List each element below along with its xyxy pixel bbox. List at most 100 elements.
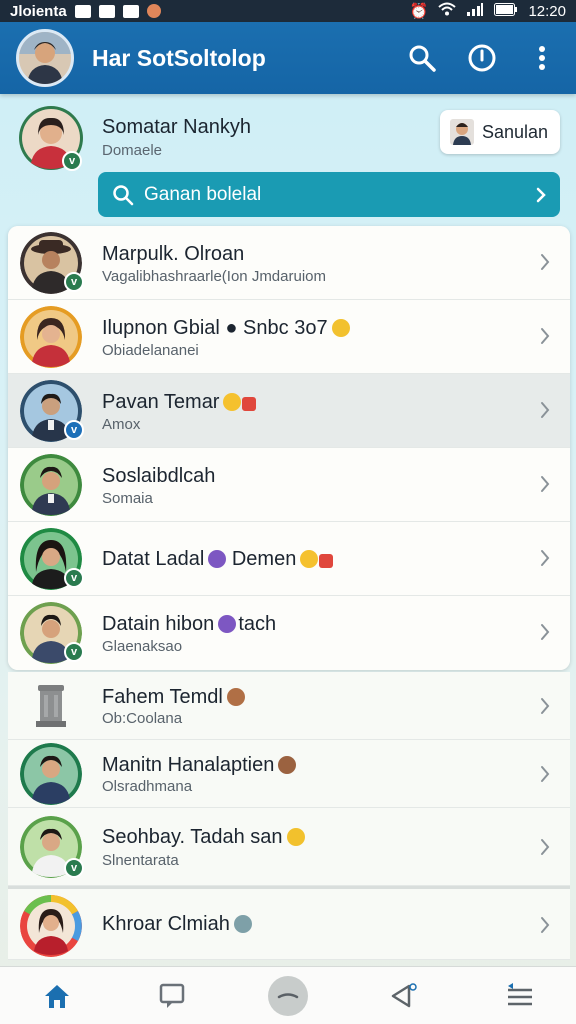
app-bar: Har SotSoltolop bbox=[0, 22, 576, 94]
contact-status: Ob:Coolana bbox=[102, 710, 183, 727]
image-icon bbox=[98, 4, 115, 18]
contact-status: Glaenaksao bbox=[102, 638, 183, 655]
badge-icon bbox=[233, 915, 252, 933]
contact-avatar bbox=[20, 895, 82, 957]
chevron-right-icon bbox=[541, 839, 550, 855]
nav-notifications[interactable] bbox=[386, 978, 422, 1014]
chevron-right-icon bbox=[541, 624, 550, 640]
verified-badge: v bbox=[64, 858, 84, 878]
contact-status: Amox bbox=[102, 416, 141, 433]
chevron-right-icon bbox=[541, 328, 550, 344]
chevron-right-icon bbox=[541, 550, 550, 566]
contact-status: Olsradhmana bbox=[102, 778, 193, 795]
contact-name: Ilupnon Gbial ● Snbc 3o7 bbox=[102, 317, 350, 340]
contact-status: Slnentarata bbox=[102, 852, 179, 869]
chevron-right-icon bbox=[541, 917, 550, 933]
profile-chip-button[interactable]: Sanulan bbox=[440, 110, 560, 154]
notification-triangle-icon bbox=[392, 982, 418, 1007]
contact-avatar bbox=[20, 306, 82, 368]
carrier-label: Jloienta bbox=[10, 2, 67, 20]
profile-name: Somatar Nankyh bbox=[102, 116, 251, 138]
verified-badge: v bbox=[64, 272, 84, 292]
verified-badge: v bbox=[62, 151, 82, 171]
minus-icon bbox=[277, 992, 299, 998]
purple-badge-icon bbox=[218, 615, 237, 633]
profile-avatar[interactable]: v bbox=[18, 105, 84, 171]
timer-button[interactable] bbox=[464, 40, 500, 76]
contact-row[interactable]: Soslaibdlcah Somaia bbox=[8, 448, 570, 522]
search-bar[interactable]: Ganan bolelal bbox=[98, 172, 560, 217]
contact-avatar bbox=[20, 454, 82, 516]
signal-icon bbox=[466, 2, 484, 20]
verified-badge: v bbox=[64, 568, 84, 588]
profile-chip-label: Sanulan bbox=[482, 121, 549, 142]
profile-header: v Somatar Nankyh Domaele Sanulan bbox=[0, 100, 576, 172]
search-icon bbox=[409, 45, 436, 72]
contact-list-more: Fahem Temdl Ob:Coolana Manitn Hanalaptie… bbox=[8, 672, 570, 960]
app-icon bbox=[146, 4, 161, 18]
contact-row[interactable]: v Datain hibon tach Glaenaksao bbox=[8, 596, 570, 670]
contact-row[interactable]: v Datat Ladal Demen bbox=[8, 522, 570, 596]
contact-name: Manitn Hanalaptien bbox=[102, 754, 297, 777]
contact-name: Seohbay. Tadah san bbox=[102, 826, 305, 849]
wifi-icon bbox=[438, 2, 457, 20]
profile-subtitle: Domaele bbox=[102, 142, 163, 159]
chevron-right-icon bbox=[536, 187, 546, 202]
chevron-right-icon bbox=[541, 698, 550, 714]
battery-icon bbox=[494, 2, 518, 20]
contact-avatar bbox=[20, 675, 82, 737]
home-icon bbox=[45, 984, 70, 1008]
face-emoji-icon bbox=[278, 756, 297, 774]
search-label: Ganan bolelal bbox=[144, 183, 262, 205]
notification-icon bbox=[74, 4, 91, 18]
contact-card-group: v Marpulk. Olroan Vagalibhashraarle(Ion … bbox=[8, 226, 570, 670]
nav-center-button[interactable] bbox=[267, 975, 308, 1016]
clock-text: 12:20 bbox=[528, 2, 566, 20]
contact-row[interactable]: v Seohbay. Tadah san Slnentarata bbox=[8, 808, 570, 886]
contact-name: Pavan Temar bbox=[102, 391, 257, 414]
star-icon bbox=[319, 554, 334, 568]
contact-row[interactable]: Manitn Hanalaptien Olsradhmana bbox=[8, 740, 570, 808]
contact-row[interactable]: Khroar Clmiah bbox=[8, 886, 570, 960]
more-options-button[interactable] bbox=[524, 40, 560, 76]
timer-icon bbox=[468, 44, 496, 72]
contact-name: Fahem Temdl bbox=[102, 686, 245, 709]
contact-name: Marpulk. Olroan bbox=[102, 243, 245, 265]
face-emoji-icon bbox=[226, 688, 245, 706]
menu-icon bbox=[507, 982, 532, 1005]
bottom-navigation bbox=[0, 966, 576, 1024]
nav-menu[interactable] bbox=[501, 978, 537, 1014]
verified-badge: v bbox=[64, 642, 84, 662]
user-avatar[interactable] bbox=[16, 29, 74, 87]
settings-icon bbox=[122, 4, 139, 18]
purple-badge-icon bbox=[208, 550, 227, 568]
smile-emoji-icon bbox=[331, 319, 350, 337]
more-vertical-icon bbox=[539, 46, 545, 70]
contact-row[interactable]: Ilupnon Gbial ● Snbc 3o7 Obiadelananei bbox=[8, 300, 570, 374]
contact-avatar bbox=[20, 743, 82, 805]
contact-row-selected[interactable]: v Pavan Temar Amox bbox=[8, 374, 570, 448]
contact-name: Soslaibdlcah bbox=[102, 465, 216, 487]
contact-status: Somaia bbox=[102, 490, 153, 507]
contact-name: Khroar Clmiah bbox=[102, 913, 252, 936]
contact-list: v Marpulk. Olroan Vagalibhashraarle(Ion … bbox=[8, 226, 570, 960]
chat-icon bbox=[159, 983, 184, 1008]
chevron-right-icon bbox=[541, 766, 550, 782]
nav-home[interactable] bbox=[39, 978, 75, 1014]
contact-status: Vagalibhashraarle(Ion Jmdaruiom bbox=[102, 268, 327, 285]
smile-emoji-icon bbox=[286, 828, 305, 846]
app-title: Har SotSoltolop bbox=[92, 44, 266, 71]
smile-star-emoji-icon bbox=[223, 393, 242, 411]
user-avatar-icon bbox=[450, 119, 474, 145]
contact-status: Obiadelananei bbox=[102, 342, 199, 359]
contact-row[interactable]: v Marpulk. Olroan Vagalibhashraarle(Ion … bbox=[8, 226, 570, 300]
verified-badge: v bbox=[64, 420, 84, 440]
contact-name: Datat Ladal Demen bbox=[102, 548, 334, 571]
alarm-icon: ⏰ bbox=[409, 3, 429, 20]
chevron-right-icon bbox=[541, 476, 550, 492]
nav-messages[interactable] bbox=[154, 978, 190, 1014]
search-button[interactable] bbox=[404, 40, 440, 76]
star-icon bbox=[242, 397, 257, 411]
status-bar: Jloienta ⏰ 12:20 bbox=[0, 0, 576, 22]
contact-row[interactable]: Fahem Temdl Ob:Coolana bbox=[8, 672, 570, 740]
